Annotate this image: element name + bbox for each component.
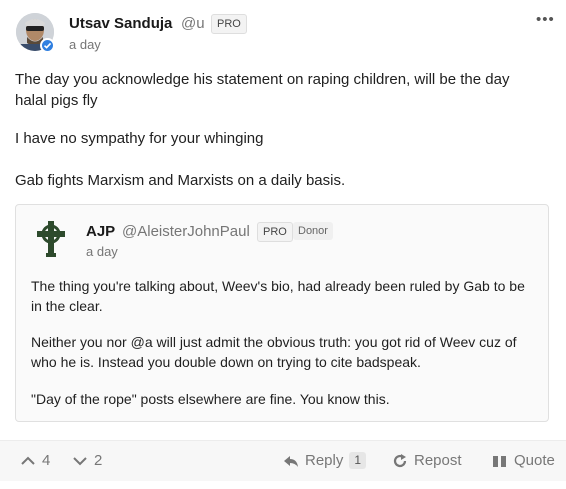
repost-label: Repost bbox=[414, 452, 462, 469]
quoted-paragraph: The thing you're talking about, Weev's b… bbox=[31, 278, 525, 314]
more-icon[interactable]: ••• bbox=[536, 11, 555, 28]
pro-badge: PRO bbox=[211, 14, 247, 34]
quoted-paragraph: Neither you nor @a will just admit the o… bbox=[31, 334, 517, 370]
quote-icon bbox=[493, 455, 506, 467]
post-paragraph: Gab fights Marxism and Marxists on a dai… bbox=[15, 172, 346, 189]
post-card: Utsav Sanduja @u PRO a day ••• The day y… bbox=[0, 0, 566, 489]
repost-icon bbox=[393, 453, 407, 467]
reply-label: Reply bbox=[305, 452, 344, 469]
verified-icon bbox=[40, 38, 55, 53]
repost-button[interactable]: Repost bbox=[392, 452, 462, 469]
downvote-button[interactable]: 2 bbox=[72, 452, 102, 469]
downvote-icon bbox=[73, 456, 87, 465]
quote-button[interactable]: Quote bbox=[492, 452, 555, 469]
quoted-donor-badge: Donor bbox=[293, 222, 333, 240]
post-paragraph: The day you acknowledge his statement on… bbox=[15, 71, 510, 109]
celtic-cross-icon[interactable] bbox=[31, 219, 71, 259]
quote-label: Quote bbox=[514, 452, 555, 469]
author-handle[interactable]: @u bbox=[181, 15, 205, 32]
upvote-icon bbox=[21, 456, 35, 465]
quoted-post-time[interactable]: a day bbox=[86, 244, 118, 259]
post-paragraph: I have no sympathy for your whinging bbox=[15, 130, 264, 147]
quoted-author-name[interactable]: AJP bbox=[86, 223, 115, 240]
quoted-author-handle[interactable]: @AleisterJohnPaul bbox=[122, 223, 250, 240]
reply-button[interactable]: Reply 1 bbox=[283, 452, 367, 469]
reply-icon bbox=[284, 455, 298, 467]
reply-count: 1 bbox=[349, 452, 367, 469]
quoted-post[interactable]: AJP @AleisterJohnPaul PRO Donor a day Th… bbox=[15, 204, 549, 422]
quoted-pro-badge: PRO bbox=[257, 222, 293, 242]
upvote-count: 4 bbox=[42, 452, 51, 469]
quoted-paragraph: "Day of the rope" posts elsewhere are fi… bbox=[31, 391, 390, 407]
upvote-button[interactable]: 4 bbox=[20, 452, 50, 469]
post-time[interactable]: a day bbox=[69, 37, 101, 52]
downvote-count: 2 bbox=[94, 452, 103, 469]
action-bar: 4 2 Reply 1 Repost Quote bbox=[0, 440, 566, 481]
author-name[interactable]: Utsav Sanduja bbox=[69, 15, 172, 32]
